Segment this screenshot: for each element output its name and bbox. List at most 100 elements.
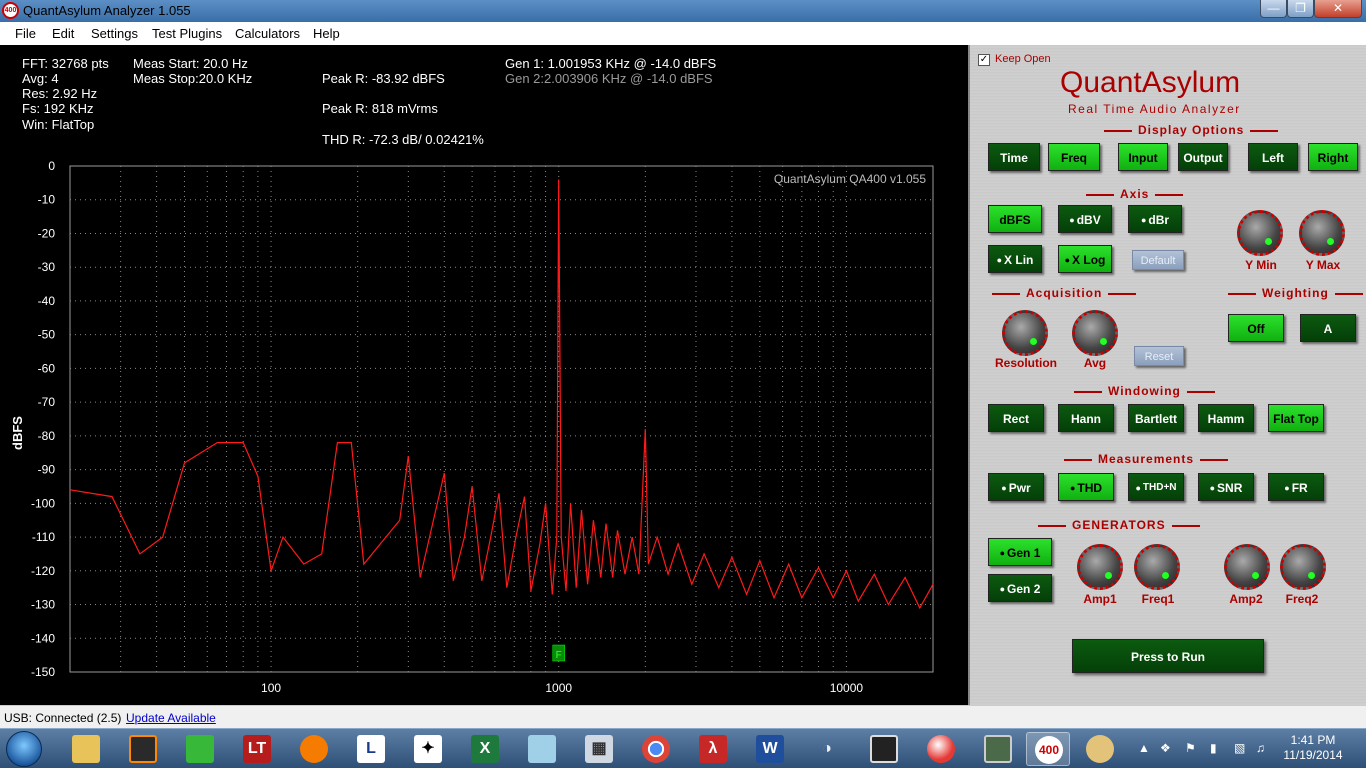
flattop-button[interactable]: Flat Top [1268,404,1324,432]
acrobat-taskbar-icon[interactable]: λ [691,732,735,766]
battery-icon[interactable]: ▮ [1210,741,1217,755]
hann-button[interactable]: Hann [1058,404,1114,432]
right-button[interactable]: Right [1308,143,1358,171]
taskbar-clock[interactable]: 1:41 PM 11/19/2014 [1276,733,1350,763]
input-button[interactable]: Input [1118,143,1168,171]
title-bar: 400 QuantAsylum Analyzer 1.055 — ❐ ✕ [0,0,1366,22]
menu-edit[interactable]: Edit [52,26,74,41]
menu-settings[interactable]: Settings [91,26,138,41]
bartlett-button[interactable]: Bartlett [1128,404,1184,432]
weighting-heading: Weighting [1222,286,1366,300]
scope-app-taskbar-icon[interactable] [178,732,222,766]
amp1-knob[interactable] [1077,544,1123,590]
spectrum-trace [69,179,934,610]
y-tick-label: -10 [38,193,56,207]
y-tick-label: -120 [31,564,55,578]
left-button[interactable]: Left [1248,143,1298,171]
default-button[interactable]: Default [1132,250,1184,270]
amp2-knob[interactable] [1224,544,1270,590]
chrome-taskbar-icon[interactable] [634,732,678,766]
audacity-taskbar-icon[interactable] [292,732,336,766]
spectrum-chart[interactable]: 0 -10 -20 -30 -40 -50 -60 -70 -80 -90 -100 -110 -120… [0,45,968,705]
show-hidden-icons[interactable]: ▲ [1138,741,1150,755]
xlin-button[interactable]: ● X Lin [988,245,1042,273]
time-button[interactable]: Time [988,143,1040,171]
x-tick-label: 10000 [830,681,864,695]
gen2-button[interactable]: ● Gen 2 [988,574,1052,602]
menu-help[interactable]: Help [313,26,340,41]
freq1-knob[interactable] [1134,544,1180,590]
app-icon: 400 [2,2,19,19]
fr-button[interactable]: ● FR [1268,473,1324,501]
alien-app-taskbar-icon[interactable]: ◑ [805,732,849,766]
y-tick-label: -100 [31,496,55,510]
chart-watermark: QuantAsylum QA400 v1.055 [774,172,926,186]
reset-button[interactable]: Reset [1134,346,1184,366]
l-app-taskbar-icon[interactable]: L [349,732,393,766]
output-button[interactable]: Output [1178,143,1228,171]
weighting-off-button[interactable]: Off [1228,314,1284,342]
network-adapter-icon[interactable]: ❖ [1160,741,1171,755]
snr-button[interactable]: ● SNR [1198,473,1254,501]
start-button[interactable] [6,731,42,767]
meter-app-taskbar-icon[interactable] [121,732,165,766]
monitor-app-taskbar-icon[interactable] [976,732,1020,766]
flag-icon[interactable]: ⚑ [1185,741,1196,755]
window-title: QuantAsylum Analyzer 1.055 [23,3,191,18]
taskbar: LT L ✦ X ▦ λ W ◑ 400 ▲ ❖ ⚑ ▮ ▧ ♫ 1:41 PM… [0,728,1366,768]
y-tick-label: -70 [38,395,56,409]
menu-file[interactable]: File [15,26,36,41]
thdn-button[interactable]: ● THD+N [1128,473,1184,501]
volume-icon[interactable]: ♫ [1256,741,1265,755]
ltspice-taskbar-icon[interactable]: LT [235,732,279,766]
qa400-taskbar-icon[interactable]: 400 [1026,732,1070,766]
axis-heading: Axis [1080,187,1189,201]
usb-status: USB: Connected (2.5) [4,711,122,725]
y-tick-label: -50 [38,328,56,342]
thd-button[interactable]: ● THD [1058,473,1114,501]
calculator-taskbar-icon[interactable]: ▦ [577,732,621,766]
minimize-button[interactable]: — [1260,0,1287,18]
xlog-button[interactable]: ● X Log [1058,245,1112,273]
dbr-button[interactable]: ● dBr [1128,205,1182,233]
notes-taskbar-icon[interactable] [520,732,564,766]
keep-open-checkbox[interactable]: ✓ [978,54,990,66]
plot-area: FFT: 32768 pts Avg: 4 Res: 2.92 Hz Fs: 1… [0,45,968,705]
menu-test-plugins[interactable]: Test Plugins [152,26,222,41]
hamm-button[interactable]: Hamm [1198,404,1254,432]
windowing-heading: Windowing [1068,384,1221,398]
weighting-a-button[interactable]: A [1300,314,1356,342]
word-taskbar-icon[interactable]: W [748,732,792,766]
menu-calculators[interactable]: Calculators [235,26,300,41]
paint-taskbar-icon[interactable] [1078,732,1122,766]
ball-app-taskbar-icon[interactable] [919,732,963,766]
freq1-label: Freq1 [1141,592,1175,606]
freq2-knob[interactable] [1280,544,1326,590]
freq-button[interactable]: Freq [1048,143,1100,171]
dbfs-button[interactable]: dBFS [988,205,1042,233]
maximize-button[interactable]: ❐ [1287,0,1314,18]
avg-knob[interactable] [1072,310,1118,356]
press-to-run-button[interactable]: Press to Run [1072,639,1264,673]
snipping-taskbar-icon[interactable]: ✦ [406,732,450,766]
explorer-taskbar-icon[interactable] [64,732,108,766]
rect-button[interactable]: Rect [988,404,1044,432]
signal-icon[interactable]: ▧ [1234,741,1245,755]
update-available-link[interactable]: Update Available [126,711,216,725]
ymin-knob[interactable] [1237,210,1283,256]
y-tick-label: -90 [38,463,56,477]
gen1-button[interactable]: ● Gen 1 [988,538,1052,566]
fundamental-marker-label: F [556,650,562,661]
menu-bar: File Edit Settings Test Plugins Calculat… [0,22,1366,45]
amp1-label: Amp1 [1083,592,1117,606]
frame-app-taskbar-icon[interactable] [862,732,906,766]
ymax-label: Y Max [1305,258,1341,272]
dbv-button[interactable]: ● dBV [1058,205,1112,233]
acquisition-heading: Acquisition [986,286,1142,300]
resolution-knob[interactable] [1002,310,1048,356]
pwr-button[interactable]: ● Pwr [988,473,1044,501]
excel-taskbar-icon[interactable]: X [463,732,507,766]
ymax-knob[interactable] [1299,210,1345,256]
close-button[interactable]: ✕ [1314,0,1362,18]
y-tick-label: -110 [32,530,55,544]
